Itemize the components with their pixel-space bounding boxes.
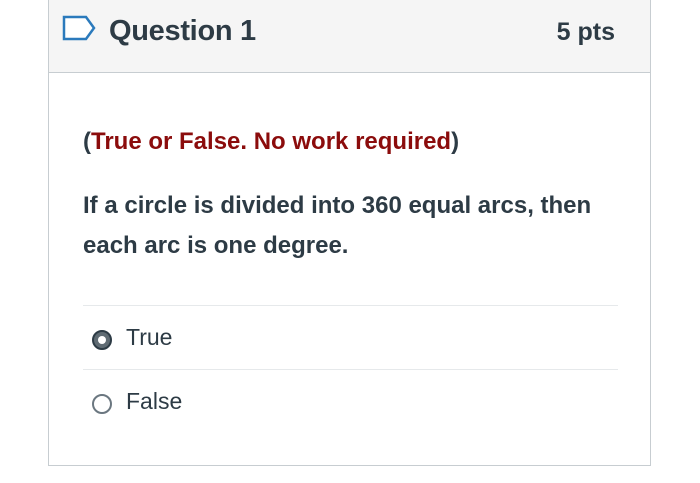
question-text: If a circle is divided into 360 equal ar… bbox=[83, 192, 592, 259]
question-points: 5 pts bbox=[556, 18, 615, 46]
answer-option-true[interactable]: True bbox=[83, 305, 618, 369]
answer-label[interactable]: False bbox=[126, 388, 182, 415]
answer-option-false[interactable]: False bbox=[83, 369, 618, 433]
answer-list: True False bbox=[83, 305, 618, 433]
instructions-open-paren: ( bbox=[83, 128, 91, 155]
question-title: Question 1 bbox=[109, 15, 256, 47]
question-header: Question 1 5 pts bbox=[49, 0, 650, 73]
radio-unselected-icon[interactable] bbox=[92, 394, 112, 414]
bookmark-flag-icon[interactable] bbox=[61, 12, 97, 44]
radio-selected-icon[interactable] bbox=[92, 330, 112, 350]
question-instructions: (True or False. No work required) bbox=[83, 128, 459, 156]
answer-label[interactable]: True bbox=[126, 324, 172, 351]
instructions-close-paren: ) bbox=[451, 128, 460, 155]
instructions-text: True or False. No work required bbox=[91, 128, 452, 155]
question-card: Question 1 5 pts (True or False. No work… bbox=[48, 0, 651, 466]
